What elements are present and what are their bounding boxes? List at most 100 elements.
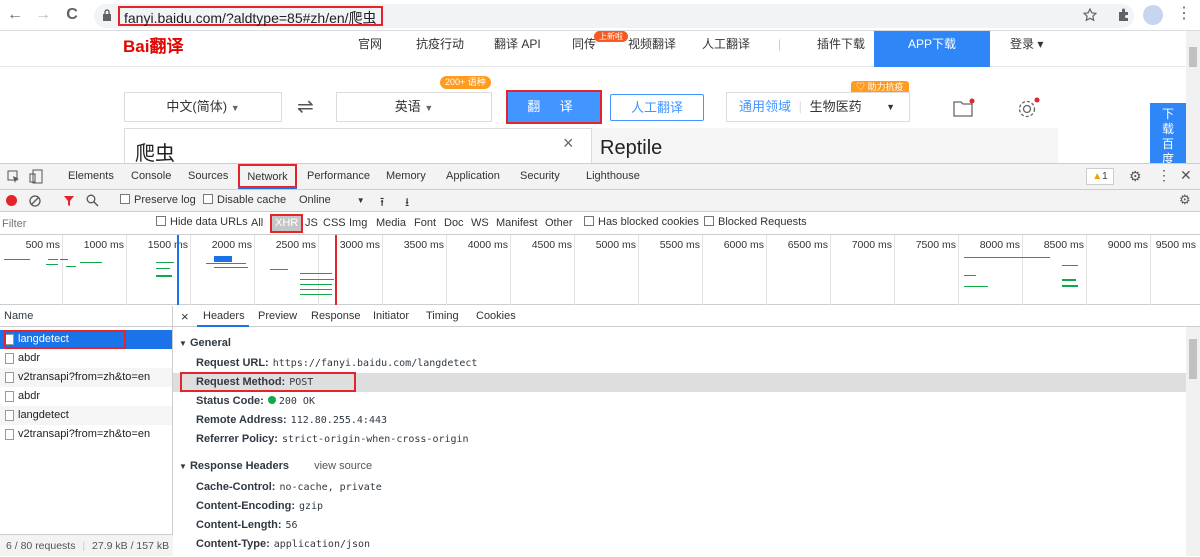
general-section-header[interactable]: ▼ General	[179, 337, 231, 349]
devtools-settings-gear-icon[interactable]: ⚙	[1129, 168, 1142, 185]
type-media[interactable]: Media	[376, 217, 406, 229]
preserve-log-checkbox[interactable]	[120, 194, 130, 204]
star-bookmark-icon[interactable]	[1083, 8, 1097, 22]
record-icon[interactable]	[6, 195, 17, 206]
tab-network[interactable]: Network	[238, 164, 297, 188]
nav-antiepidemic[interactable]: 抗疫行动	[416, 31, 464, 67]
hide-data-urls-toggle[interactable]: Hide data URLs	[156, 216, 248, 228]
blocked-cookies-toggle[interactable]: Has blocked cookies	[584, 216, 699, 228]
tab-cookies[interactable]: Cookies	[476, 306, 516, 327]
tab-security[interactable]: Security	[520, 164, 560, 189]
devtools-menu-icon[interactable]: ⋮	[1157, 167, 1171, 184]
settings-gear-icon[interactable]	[1016, 96, 1040, 120]
blocked-requests-toggle[interactable]: Blocked Requests	[704, 216, 807, 228]
throttling-select[interactable]: Online ▼	[299, 194, 365, 206]
nav-plugin-download[interactable]: 插件下载	[817, 31, 865, 67]
favorites-folder-icon[interactable]	[952, 97, 976, 119]
tab-preview[interactable]: Preview	[258, 306, 297, 327]
request-row[interactable]: langdetect	[0, 406, 172, 425]
export-har-icon[interactable]: ⭳	[405, 193, 409, 214]
forward-button[interactable]: →	[32, 4, 54, 26]
disable-cache-checkbox[interactable]	[203, 194, 213, 204]
tab-headers[interactable]: Headers	[203, 306, 245, 327]
devtools-close-icon[interactable]: ✕	[1180, 167, 1192, 184]
baidu-logo[interactable]: Bai翻译	[123, 34, 183, 60]
tab-elements[interactable]: Elements	[68, 164, 114, 189]
tab-memory[interactable]: Memory	[386, 164, 426, 189]
inspect-element-icon[interactable]	[7, 170, 20, 183]
side-download-label: 下载百度	[1162, 107, 1175, 163]
type-doc[interactable]: Doc	[444, 217, 464, 229]
type-css[interactable]: CSS	[323, 217, 346, 229]
network-overview-timeline[interactable]: 500 ms 1000 ms 1500 ms 2000 ms 2500 ms 3…	[0, 235, 1200, 305]
type-other[interactable]: Other	[545, 217, 573, 229]
page-scrollbar[interactable]	[1186, 31, 1200, 163]
tab-application[interactable]: Application	[446, 164, 500, 189]
tab-timing[interactable]: Timing	[426, 306, 459, 327]
tab-performance[interactable]: Performance	[307, 164, 370, 189]
tab-response[interactable]: Response	[311, 306, 361, 327]
app-download-button[interactable]: APP下载	[874, 31, 990, 67]
url-text[interactable]: fanyi.baidu.com/?aldtype=85#zh/en/爬虫	[118, 6, 383, 26]
source-text-area[interactable]: 爬虫 ×	[124, 128, 592, 163]
view-source-link[interactable]: view source	[314, 460, 372, 472]
translate-button[interactable]: 翻 译	[506, 90, 602, 124]
search-icon[interactable]	[86, 194, 99, 207]
chrome-menu-icon[interactable]: ⋮	[1176, 5, 1192, 25]
request-row[interactable]: v2transapi?from=zh&to=en	[0, 425, 172, 444]
blocked-requests-checkbox[interactable]	[704, 216, 714, 226]
domain-select[interactable]: 通用领域 | 生物医药 ▼	[726, 92, 910, 122]
clear-icon[interactable]: ×	[563, 133, 574, 154]
tab-initiator[interactable]: Initiator	[373, 306, 409, 327]
tab-console[interactable]: Console	[131, 164, 171, 189]
type-js[interactable]: JS	[305, 217, 318, 229]
type-manifest[interactable]: Manifest	[496, 217, 538, 229]
nav-video-translate[interactable]: 视频翻译	[628, 31, 676, 67]
network-settings-gear-icon[interactable]: ⚙	[1179, 192, 1191, 208]
page-scrollbar-thumb[interactable]	[1189, 47, 1197, 67]
tab-sources[interactable]: Sources	[188, 164, 228, 189]
side-download-button[interactable]: 下载百度	[1150, 103, 1186, 163]
login-link[interactable]: 登录 ▾	[1010, 31, 1043, 67]
address-bar[interactable]: fanyi.baidu.com/?aldtype=85#zh/en/爬虫	[94, 4, 1134, 28]
disable-cache-toggle[interactable]: Disable cache	[203, 194, 286, 206]
header-row: Request URL: https://fanyi.baidu.com/lang…	[196, 357, 477, 369]
nav-official[interactable]: 官网	[358, 31, 382, 67]
throttling-value: Online	[299, 194, 331, 206]
type-ws[interactable]: WS	[471, 217, 489, 229]
profile-avatar[interactable]	[1143, 5, 1163, 25]
type-all[interactable]: All	[251, 217, 263, 229]
device-toolbar-icon[interactable]	[29, 169, 43, 184]
hide-data-urls-checkbox[interactable]	[156, 216, 166, 226]
detail-scrollbar[interactable]	[1186, 327, 1200, 556]
target-language-select[interactable]: 英语 ▼	[336, 92, 492, 122]
reload-button[interactable]: C	[61, 4, 83, 26]
close-detail-icon[interactable]: ×	[181, 306, 189, 327]
filter-funnel-icon[interactable]	[63, 195, 75, 207]
source-text[interactable]: 爬虫	[135, 137, 175, 163]
nav-simultaneous[interactable]: 同传	[572, 31, 596, 67]
nav-api[interactable]: 翻译 API	[494, 31, 541, 67]
response-headers-section-header[interactable]: ▼ Response Headers view source	[179, 460, 372, 472]
source-language-select[interactable]: 中文(简体) ▼	[124, 92, 282, 122]
clear-log-icon[interactable]	[29, 195, 41, 207]
request-row[interactable]: abdr	[0, 387, 172, 406]
warnings-counter[interactable]: ▲1	[1086, 168, 1114, 185]
type-font[interactable]: Font	[414, 217, 436, 229]
extensions-puzzle-icon[interactable]	[1116, 7, 1132, 23]
request-list-header[interactable]: Name	[0, 306, 173, 327]
nav-human-translate[interactable]: 人工翻译	[702, 31, 750, 67]
filter-input[interactable]	[2, 215, 142, 232]
request-row[interactable]: v2transapi?from=zh&to=en	[0, 368, 172, 387]
request-row[interactable]: abdr	[0, 349, 172, 368]
blocked-cookies-checkbox[interactable]	[584, 216, 594, 226]
tab-lighthouse[interactable]: Lighthouse	[586, 164, 640, 189]
swap-languages-icon[interactable]: ⇌	[297, 94, 314, 119]
back-button[interactable]: ←	[4, 4, 26, 26]
type-img[interactable]: Img	[349, 217, 367, 229]
preserve-log-toggle[interactable]: Preserve log	[120, 194, 196, 206]
human-translate-button[interactable]: 人工翻译	[610, 94, 704, 121]
import-har-icon[interactable]: ⭱	[380, 193, 384, 214]
detail-scrollbar-thumb[interactable]	[1189, 339, 1197, 379]
type-xhr[interactable]: XHR	[270, 214, 304, 233]
